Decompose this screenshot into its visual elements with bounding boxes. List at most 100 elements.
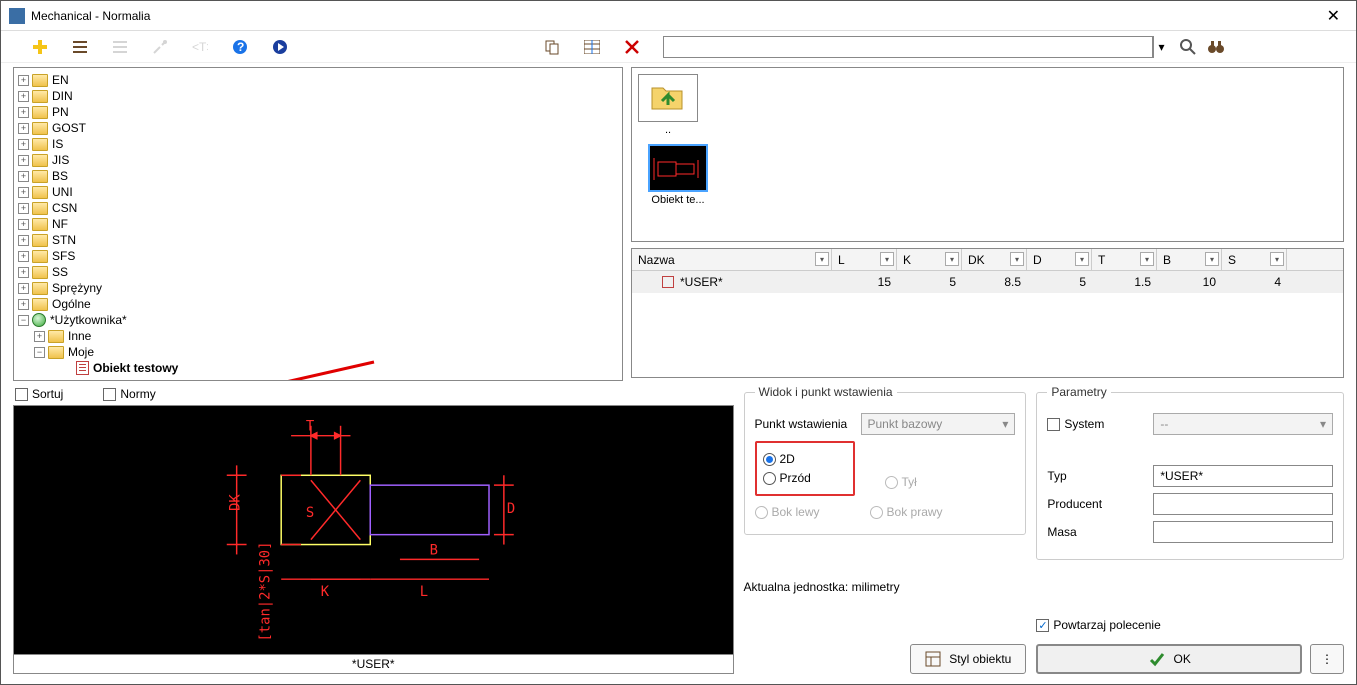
folder-up-thumb[interactable]	[638, 74, 698, 122]
filter-icon[interactable]: ▾	[880, 252, 894, 266]
system-select[interactable]: --▾	[1153, 413, 1333, 435]
tree-toggle[interactable]: +	[18, 299, 29, 310]
list2-icon[interactable]	[111, 38, 129, 56]
window-title: Mechanical - Normalia	[31, 9, 1319, 23]
svg-text:<T>: <T>	[192, 41, 208, 53]
copy-icon[interactable]	[543, 38, 561, 56]
masa-input[interactable]	[1153, 521, 1333, 543]
tree-toggle[interactable]: +	[18, 219, 29, 230]
tree-inne[interactable]: Inne	[68, 329, 91, 343]
filter-icon[interactable]: ▾	[1205, 252, 1219, 266]
normy-checkbox[interactable]: Normy	[103, 387, 155, 401]
svg-text:L: L	[420, 584, 428, 600]
filter-icon[interactable]: ▾	[1075, 252, 1089, 266]
tree-item-SFS[interactable]: SFS	[52, 249, 75, 263]
repeat-checkbox[interactable]: Powtarzaj polecenie	[1036, 618, 1160, 632]
ok-button[interactable]: OK	[1036, 644, 1302, 674]
tree-toggle[interactable]: +	[34, 331, 45, 342]
tag-icon[interactable]: <T>	[191, 38, 209, 56]
col-DK[interactable]: DK▾	[962, 249, 1027, 270]
producent-input[interactable]	[1153, 493, 1333, 515]
radio-2d[interactable]: 2D	[763, 452, 847, 466]
tree-item-BS[interactable]: BS	[52, 169, 68, 183]
tree-toggle[interactable]: +	[18, 107, 29, 118]
params-fieldset: Parametry System --▾ Typ*USER* Producent…	[1036, 385, 1344, 560]
tree-item-STN[interactable]: STN	[52, 233, 76, 247]
folder-icon	[32, 138, 48, 151]
tree-toggle[interactable]: +	[18, 91, 29, 102]
play-icon[interactable]	[271, 38, 289, 56]
table-icon[interactable]	[583, 38, 601, 56]
tree-toggle[interactable]: +	[18, 187, 29, 198]
tree-item-DIN[interactable]: DIN	[52, 89, 73, 103]
tree-item-CSN[interactable]: CSN	[52, 201, 77, 215]
tree-item-NF[interactable]: NF	[52, 217, 68, 231]
tree-toggle[interactable]: +	[18, 75, 29, 86]
tree-toggle[interactable]: +	[18, 123, 29, 134]
tree-toggle[interactable]: +	[18, 235, 29, 246]
col-D[interactable]: D▾	[1027, 249, 1092, 270]
tree-moje[interactable]: Moje	[68, 345, 94, 359]
tree-item-JIS[interactable]: JIS	[52, 153, 69, 167]
tree-toggle[interactable]: −	[34, 347, 45, 358]
search-icon[interactable]	[1179, 38, 1197, 56]
svg-text:?: ?	[237, 40, 244, 54]
tree-item-SS[interactable]: SS	[52, 265, 68, 279]
folder-icon	[32, 234, 48, 247]
col-L[interactable]: L▾	[832, 249, 897, 270]
filter-icon[interactable]: ▾	[815, 252, 829, 266]
tools-icon[interactable]	[151, 38, 169, 56]
tree-item-IS[interactable]: IS	[52, 137, 63, 151]
radio-bokprawy: Bok prawy	[870, 505, 943, 519]
tree-item-Ogólne[interactable]: Ogólne	[52, 297, 91, 311]
view-legend: Widok i punkt wstawienia	[755, 385, 897, 399]
tree-toggle[interactable]: +	[18, 203, 29, 214]
search-dropdown[interactable]: ▾	[1153, 36, 1169, 58]
typ-input[interactable]: *USER*	[1153, 465, 1333, 487]
table-row[interactable]: *USER* 15 5 8.5 5 1.5 10 4	[632, 271, 1343, 293]
styl-obiektu-button[interactable]: Styl obiektu	[910, 644, 1026, 674]
tree-item-GOST[interactable]: GOST	[52, 121, 86, 135]
folder-icon	[32, 122, 48, 135]
svg-text:K: K	[321, 584, 330, 600]
col-nazwa[interactable]: Nazwa▾	[632, 249, 832, 270]
tree-toggle[interactable]: +	[18, 139, 29, 150]
filter-icon[interactable]: ▾	[1010, 252, 1024, 266]
help-icon[interactable]: ?	[231, 38, 249, 56]
punkt-bazowy-select[interactable]: Punkt bazowy▾	[861, 413, 1016, 435]
tree-toggle[interactable]: −	[18, 315, 29, 326]
tree-item-UNI[interactable]: UNI	[52, 185, 73, 199]
tree-toggle[interactable]: +	[18, 267, 29, 278]
col-B[interactable]: B▾	[1157, 249, 1222, 270]
tree-item-EN[interactable]: EN	[52, 73, 69, 87]
tree-user-root[interactable]: *Użytkownika*	[50, 313, 127, 327]
tree-toggle[interactable]: +	[18, 251, 29, 262]
tree-item-PN[interactable]: PN	[52, 105, 69, 119]
tree-toggle[interactable]: +	[18, 155, 29, 166]
tree-item-Sprężyny[interactable]: Sprężyny	[52, 281, 102, 295]
folder-icon	[32, 74, 48, 87]
filter-icon[interactable]: ▾	[1140, 252, 1154, 266]
filter-icon[interactable]: ▾	[945, 252, 959, 266]
search-input[interactable]	[663, 36, 1153, 58]
list-icon[interactable]	[71, 38, 89, 56]
filter-icon[interactable]: ▾	[1270, 252, 1284, 266]
tree-pane[interactable]: + EN + DIN + PN + GOST + IS + JIS + BS + UNI + CSN + NF + STN…	[13, 67, 623, 381]
sortuj-checkbox[interactable]: Sortuj	[15, 387, 63, 401]
col-T[interactable]: T▾	[1092, 249, 1157, 270]
menu-button[interactable]: ⋮	[1310, 644, 1344, 674]
object-thumb[interactable]	[648, 144, 708, 192]
tree-toggle[interactable]: +	[18, 171, 29, 182]
tree-leaf-obiekt[interactable]: Obiekt testowy	[93, 361, 178, 375]
add-icon[interactable]	[31, 38, 49, 56]
radio-przod[interactable]: Przód	[763, 471, 847, 485]
tree-toggle[interactable]: +	[18, 283, 29, 294]
col-K[interactable]: K▾	[897, 249, 962, 270]
close-button[interactable]: ✕	[1319, 6, 1348, 26]
delete-icon[interactable]	[623, 38, 641, 56]
svg-text:[tan|2*S|30]: [tan|2*S|30]	[257, 542, 273, 642]
binoculars-icon[interactable]	[1207, 38, 1225, 56]
system-checkbox[interactable]: System	[1047, 417, 1147, 431]
folder-icon	[32, 170, 48, 183]
col-S[interactable]: S▾	[1222, 249, 1287, 270]
